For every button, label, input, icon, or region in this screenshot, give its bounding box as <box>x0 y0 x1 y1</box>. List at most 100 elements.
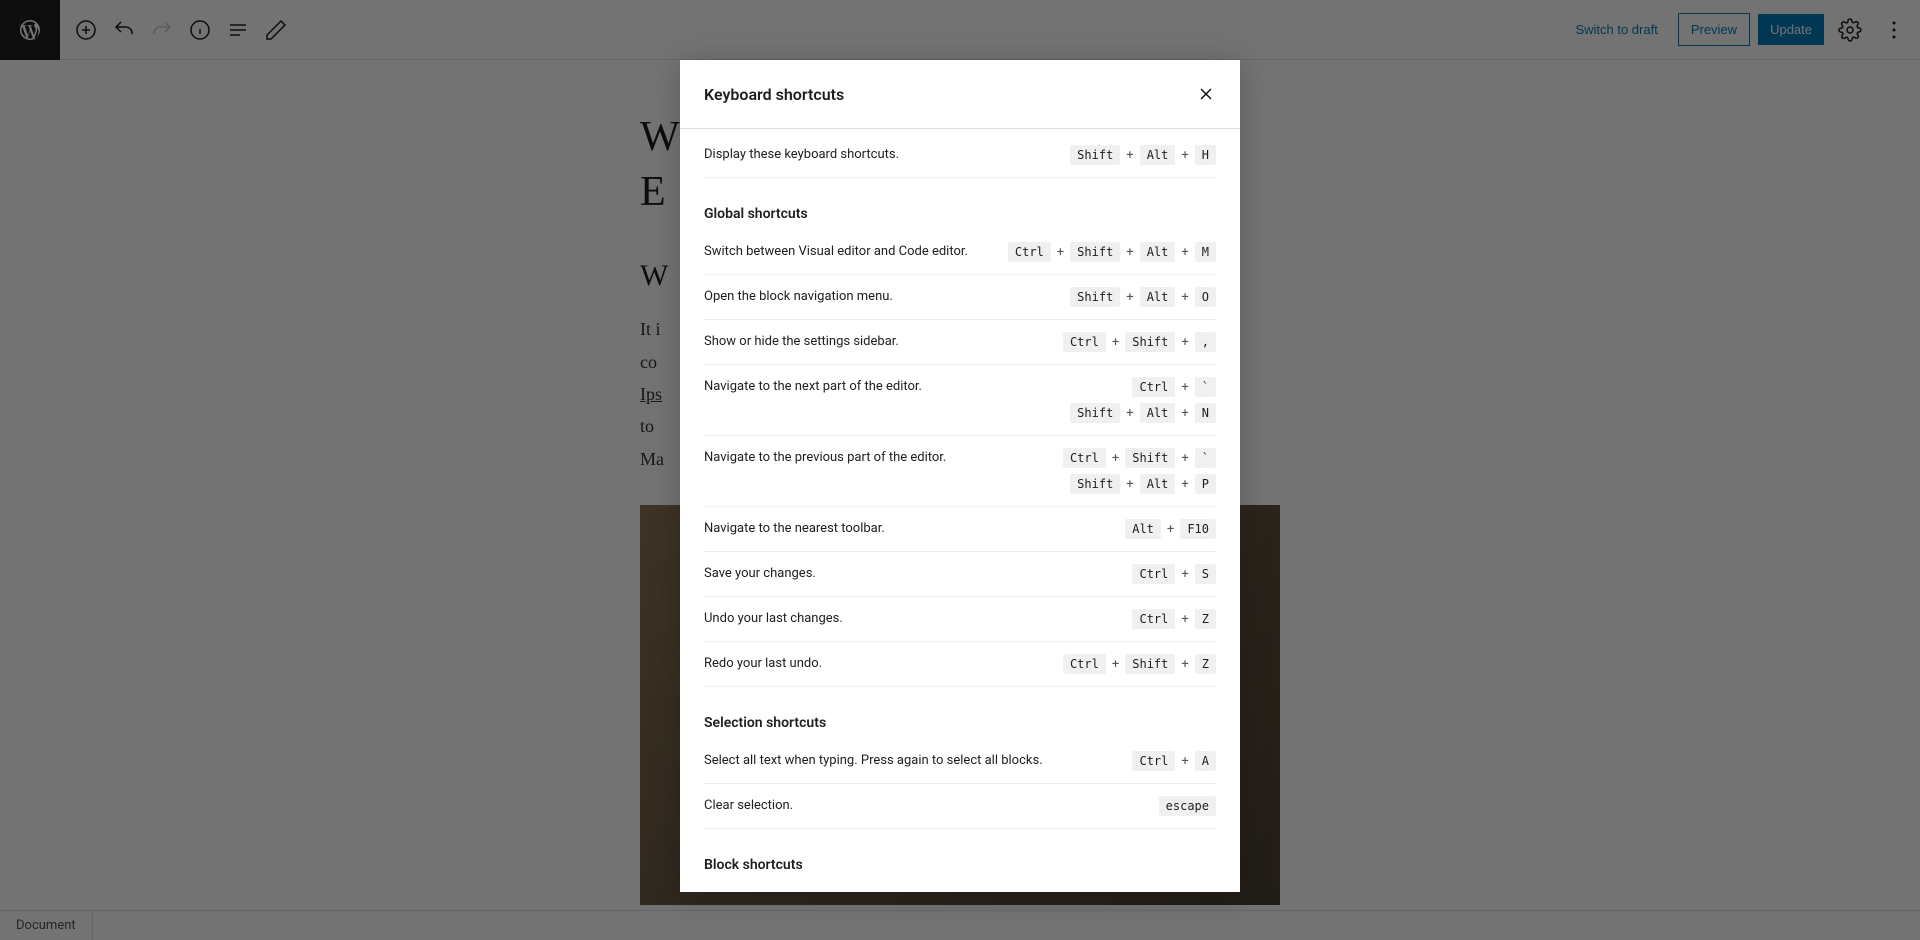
keyboard-key: Z <box>1195 609 1216 629</box>
keyboard-key: Shift <box>1070 242 1120 262</box>
keyboard-key: Shift <box>1070 287 1120 307</box>
key-combo: Shift+Alt+N <box>1070 403 1216 423</box>
keyboard-key: Alt <box>1140 403 1176 423</box>
key-combo: Ctrl+Shift+, <box>1063 332 1216 352</box>
shortcut-description: Save your changes. <box>704 564 1112 584</box>
key-separator: + <box>1110 657 1121 672</box>
key-separator: + <box>1110 335 1121 350</box>
shortcut-row: Undo your last changes.Ctrl+Z <box>704 597 1216 642</box>
key-combo: Shift+Alt+O <box>1070 287 1216 307</box>
shortcut-row: Navigate to the next part of the editor.… <box>704 365 1216 436</box>
close-icon <box>1196 84 1216 104</box>
modal-header: Keyboard shortcuts <box>680 60 1240 129</box>
shortcut-description: Clear selection. <box>704 796 1139 816</box>
key-separator: + <box>1124 148 1135 163</box>
keyboard-key: Shift <box>1125 448 1175 468</box>
key-separator: + <box>1179 148 1190 163</box>
shortcut-description: Show or hide the settings sidebar. <box>704 332 1043 352</box>
key-combo: Alt + F10 <box>1125 519 1216 539</box>
key-separator: + <box>1124 477 1135 492</box>
shortcut-row: Switch between Visual editor and Code ed… <box>704 230 1216 275</box>
keyboard-key: Alt <box>1140 287 1176 307</box>
shortcut-row: Navigate to the previous part of the edi… <box>704 436 1216 507</box>
key-separator: + <box>1179 754 1190 769</box>
key-combo: Ctrl + S <box>1132 564 1216 584</box>
key-separator: + <box>1179 380 1190 395</box>
shortcut-keys: Ctrl+Shift+Z <box>1063 654 1216 674</box>
shortcut-keys: Ctrl+Shift+Alt+M <box>1008 242 1216 262</box>
keyboard-key: Alt <box>1125 519 1161 539</box>
key-combo: Ctrl + Shift + ` <box>1063 448 1216 468</box>
key-combo: Ctrl+` <box>1132 377 1216 397</box>
keyboard-key: Ctrl <box>1132 609 1175 629</box>
keyboard-key: Ctrl <box>1132 751 1175 771</box>
shortcut-description: Redo your last undo. <box>704 654 1043 674</box>
keyboard-key: Ctrl <box>1063 654 1106 674</box>
shortcut-keys: Ctrl + S <box>1132 564 1216 584</box>
key-separator: + <box>1165 522 1176 537</box>
shortcut-keys: Ctrl + Z <box>1132 609 1216 629</box>
shortcut-row: Navigate to the nearest toolbar. Alt + F10 <box>704 507 1216 552</box>
keyboard-key: Alt <box>1140 145 1176 165</box>
keyboard-key: Shift <box>1125 332 1175 352</box>
key-separator: + <box>1179 567 1190 582</box>
shortcut-row: Clear selection. escape <box>704 784 1216 829</box>
shortcut-row: Redo your last undo.Ctrl+Shift+Z <box>704 642 1216 687</box>
keyboard-key: Alt <box>1140 242 1176 262</box>
keyboard-key: Alt <box>1140 474 1176 494</box>
shortcut-description: Display these keyboard shortcuts. <box>704 145 1050 165</box>
key-separator: + <box>1055 245 1066 260</box>
key-separator: + <box>1124 406 1135 421</box>
key-separator: + <box>1110 451 1121 466</box>
key-combo: Shift+Alt+H <box>1070 145 1216 165</box>
keyboard-key: Shift <box>1070 145 1120 165</box>
shortcut-section-title: Global shortcuts <box>704 206 1216 222</box>
keyboard-shortcuts-modal: Keyboard shortcuts Display these keyboar… <box>680 60 1240 892</box>
key-separator: + <box>1124 290 1135 305</box>
keyboard-key: Ctrl <box>1132 564 1175 584</box>
key-combo: Ctrl+Shift+Z <box>1063 654 1216 674</box>
keyboard-key: escape <box>1159 796 1216 816</box>
shortcut-row: Save your changes. Ctrl + S <box>704 552 1216 597</box>
modal-body[interactable]: Display these keyboard shortcuts.Shift+A… <box>680 129 1240 892</box>
keyboard-key: A <box>1195 751 1216 771</box>
key-separator: + <box>1179 335 1190 350</box>
shortcut-keys: Ctrl+Shift+, <box>1063 332 1216 352</box>
key-separator: + <box>1179 657 1190 672</box>
keyboard-key: P <box>1195 474 1216 494</box>
shortcut-row: Select all text when typing. Press again… <box>704 739 1216 784</box>
shortcut-row: Open the block navigation menu.Shift+Alt… <box>704 275 1216 320</box>
close-modal-button[interactable] <box>1188 76 1224 112</box>
keyboard-key: Shift <box>1070 474 1120 494</box>
key-separator: + <box>1179 290 1190 305</box>
keyboard-key: F10 <box>1180 519 1216 539</box>
keyboard-key: N <box>1195 403 1216 423</box>
keyboard-key: H <box>1195 145 1216 165</box>
key-combo: Ctrl+Shift+Alt+M <box>1008 242 1216 262</box>
key-separator: + <box>1179 451 1190 466</box>
shortcut-keys: Ctrl+Shift+`Shift+Alt+P <box>1063 448 1216 494</box>
shortcut-keys: Ctrl+`Shift+Alt+N <box>1070 377 1216 423</box>
keyboard-key: Shift <box>1125 654 1175 674</box>
shortcut-keys: Alt + F10 <box>1125 519 1216 539</box>
keyboard-key: O <box>1195 287 1216 307</box>
shortcut-description: Navigate to the previous part of the edi… <box>704 448 1043 468</box>
shortcut-keys: escape <box>1159 796 1216 816</box>
key-combo: escape <box>1159 796 1216 816</box>
keyboard-key: ` <box>1195 448 1216 468</box>
key-separator: + <box>1179 612 1190 627</box>
shortcut-description: Navigate to the next part of the editor. <box>704 377 1050 397</box>
shortcut-keys: Shift+Alt+O <box>1070 287 1216 307</box>
keyboard-key: S <box>1195 564 1216 584</box>
keyboard-key: Ctrl <box>1132 377 1175 397</box>
key-separator: + <box>1124 245 1135 260</box>
shortcut-description: Navigate to the nearest toolbar. <box>704 519 1105 539</box>
key-combo: Ctrl + Z <box>1132 609 1216 629</box>
shortcut-section-title: Block shortcuts <box>704 857 1216 873</box>
keyboard-key: , <box>1195 332 1216 352</box>
keyboard-key: Shift <box>1070 403 1120 423</box>
keyboard-key: M <box>1195 242 1216 262</box>
keyboard-key: Ctrl <box>1063 448 1106 468</box>
shortcut-description: Open the block navigation menu. <box>704 287 1050 307</box>
shortcut-description: Switch between Visual editor and Code ed… <box>704 242 988 262</box>
